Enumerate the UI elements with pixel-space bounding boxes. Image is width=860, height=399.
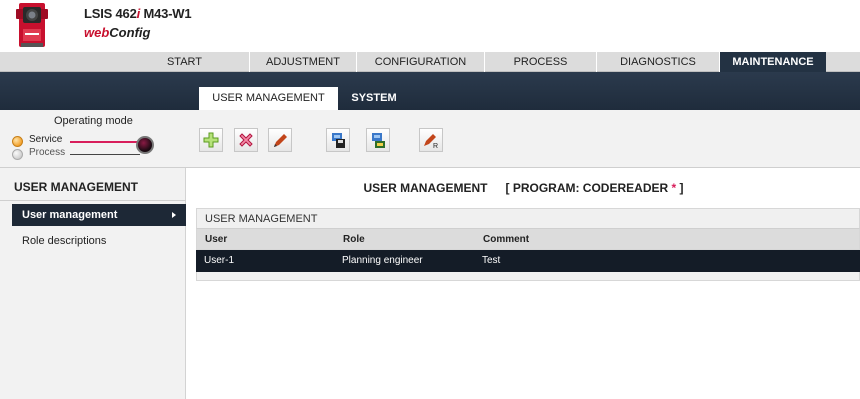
tab-adjustment[interactable]: ADJUSTMENT <box>250 52 357 72</box>
edit-icon <box>274 134 287 147</box>
operating-mode-title: Operating mode <box>54 115 133 127</box>
load-from-device-button[interactable] <box>366 128 390 152</box>
sidebar-divider <box>0 200 186 201</box>
product-name: LSIS 462i M43-W1 <box>84 6 192 21</box>
operating-mode-switch[interactable] <box>136 136 154 154</box>
service-mode-label: Service <box>29 134 63 145</box>
sidebar: USER MANAGEMENT User management Role des… <box>0 168 186 399</box>
svg-text:R: R <box>433 143 438 149</box>
process-mode-label: Process <box>29 147 66 158</box>
tab-maintenance[interactable]: MAINTENANCE <box>720 52 826 72</box>
subtab-user-management[interactable]: USER MANAGEMENT <box>199 87 338 110</box>
edit-role-icon: R <box>424 134 438 149</box>
device-image <box>16 3 48 47</box>
table-caption: USER MANAGEMENT <box>196 208 860 228</box>
save-to-device-button[interactable] <box>326 128 350 152</box>
column-header-user[interactable]: User <box>205 229 227 251</box>
column-header-comment[interactable]: Comment <box>483 229 529 251</box>
webconfig-logo: webConfig <box>84 25 151 40</box>
cell-user: User-1 <box>204 255 235 266</box>
toolbar: Operating mode Service Process R <box>0 110 860 168</box>
main-content: USER MANAGEMENT[ PROGRAM: CODEREADER * ]… <box>187 168 860 399</box>
add-icon <box>203 132 219 148</box>
tab-process[interactable]: PROCESS <box>485 52 597 72</box>
save-to-device-icon <box>332 133 345 148</box>
delete-icon <box>239 133 253 147</box>
column-header-role[interactable]: Role <box>343 229 365 251</box>
cell-comment: Test <box>482 255 501 266</box>
add-user-button[interactable] <box>199 128 223 152</box>
chevron-right-icon <box>172 212 176 218</box>
sidebar-item-role-descriptions[interactable]: Role descriptions <box>12 230 186 252</box>
load-from-device-icon <box>372 133 385 148</box>
sidebar-item-label: User management <box>22 209 118 221</box>
edit-role-button[interactable]: R <box>419 128 443 152</box>
delete-user-button[interactable] <box>234 128 258 152</box>
main-navigation: START ADJUSTMENT CONFIGURATION PROCESS D… <box>0 52 860 72</box>
table-row[interactable]: User-1 Planning engineer Test <box>196 250 860 272</box>
tab-configuration[interactable]: CONFIGURATION <box>357 52 485 72</box>
sub-navigation: USER MANAGEMENT SYSTEM <box>0 72 860 110</box>
service-connector-line <box>70 141 138 143</box>
user-table: USER MANAGEMENT User Role Comment User-1… <box>196 208 860 281</box>
cell-role: Planning engineer <box>342 255 423 266</box>
tab-start[interactable]: START <box>120 52 250 72</box>
app-header: LSIS 462i M43-W1 webConfig <box>0 0 860 52</box>
edit-user-button[interactable] <box>268 128 292 152</box>
sidebar-item-label: Role descriptions <box>22 235 107 247</box>
sidebar-item-user-management[interactable]: User management <box>12 204 186 226</box>
table-header-row: User Role Comment <box>196 228 860 250</box>
subtab-system[interactable]: SYSTEM <box>344 87 404 110</box>
service-led-icon <box>12 136 23 147</box>
page-title: USER MANAGEMENT[ PROGRAM: CODEREADER * ] <box>363 181 684 195</box>
process-led-icon <box>12 149 23 160</box>
process-connector-line <box>70 154 140 155</box>
sidebar-title: USER MANAGEMENT <box>14 180 139 194</box>
table-footer <box>196 272 860 281</box>
tab-diagnostics[interactable]: DIAGNOSTICS <box>597 52 720 72</box>
